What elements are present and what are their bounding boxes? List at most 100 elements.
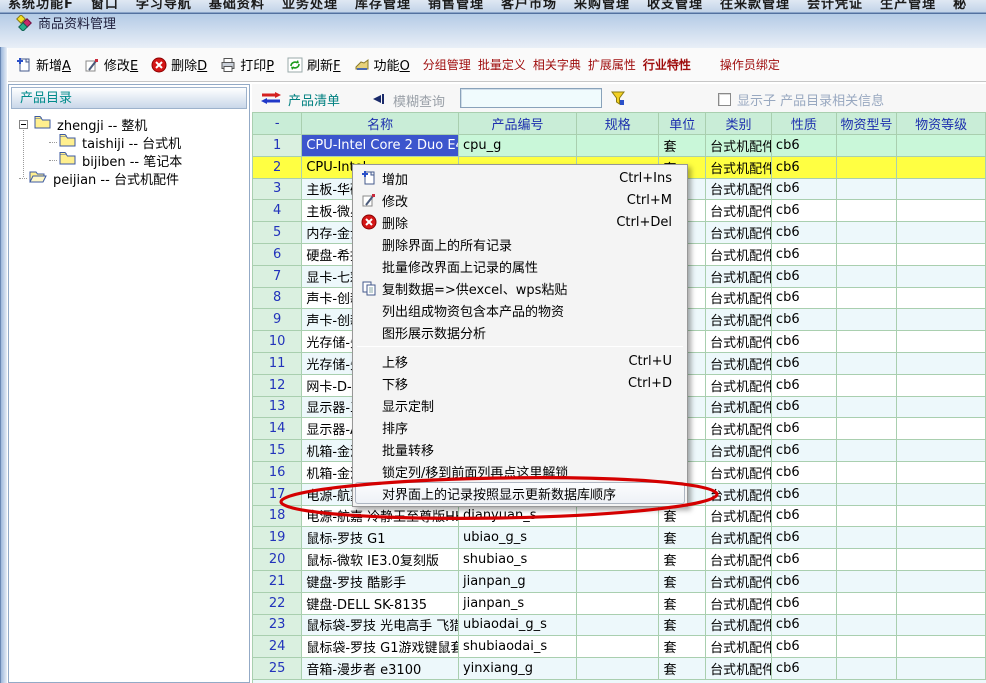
show-sub-catalog-checkbox[interactable]: 显示子 产品目录相关信息 bbox=[718, 90, 884, 109]
cell-grade[interactable] bbox=[897, 222, 986, 244]
cell-code[interactable]: dianyuan_s bbox=[459, 506, 577, 528]
cell-model[interactable] bbox=[837, 527, 897, 549]
cell-category[interactable]: 台式机配件 bbox=[706, 135, 772, 157]
menu-item-copy-data[interactable]: 复制数据=>供excel、wps粘贴 bbox=[355, 277, 685, 299]
menu-item-move-down[interactable]: 下移Ctrl+D bbox=[355, 372, 685, 394]
cell-num[interactable]: 24 bbox=[253, 636, 302, 658]
cell-name[interactable]: 鼠标-微软 IE3.0复刻版 bbox=[302, 549, 459, 571]
cell-unit[interactable]: 套 bbox=[659, 506, 706, 528]
cell-grade[interactable] bbox=[897, 549, 986, 571]
column-header-grade[interactable]: 物资等级 bbox=[897, 113, 986, 135]
cell-category[interactable]: 台式机配件 bbox=[706, 527, 772, 549]
cell-grade[interactable] bbox=[897, 593, 986, 615]
cell-unit[interactable]: 套 bbox=[659, 549, 706, 571]
tab-product-list[interactable]: 产品清单 bbox=[288, 90, 340, 109]
cell-category[interactable]: 台式机配件 bbox=[706, 571, 772, 593]
cell-num[interactable]: 19 bbox=[253, 527, 302, 549]
cell-nature[interactable]: cb6 bbox=[772, 288, 837, 310]
cell-nature[interactable]: cb6 bbox=[772, 506, 837, 528]
cell-nature[interactable]: cb6 bbox=[772, 593, 837, 615]
cell-grade[interactable] bbox=[897, 636, 986, 658]
cell-model[interactable] bbox=[837, 244, 897, 266]
cell-spec[interactable] bbox=[577, 636, 659, 658]
cell-grade[interactable] bbox=[897, 200, 986, 222]
menubar-item-13[interactable]: 秘 bbox=[953, 0, 967, 12]
table-row[interactable]: 24鼠标袋-罗技 G1游戏键鼠套装shubiaodai_s套台式机配件cb6 bbox=[253, 636, 986, 658]
cell-model[interactable] bbox=[837, 506, 897, 528]
column-header-category[interactable]: 类别 bbox=[706, 113, 772, 135]
modify-button[interactable]: 修改E bbox=[84, 55, 138, 74]
cell-model[interactable] bbox=[837, 222, 897, 244]
cell-grade[interactable] bbox=[897, 353, 986, 375]
cell-spec[interactable] bbox=[577, 549, 659, 571]
cell-nature[interactable]: cb6 bbox=[772, 615, 837, 637]
cell-model[interactable] bbox=[837, 397, 897, 419]
menu-item-graph-data-analysis[interactable]: 图形展示数据分析 bbox=[355, 321, 685, 343]
cell-spec[interactable] bbox=[577, 658, 659, 680]
cell-num[interactable]: 10 bbox=[253, 331, 302, 353]
cell-num[interactable]: 9 bbox=[253, 309, 302, 331]
cell-nature[interactable]: cb6 bbox=[772, 200, 837, 222]
cell-category[interactable]: 台式机配件 bbox=[706, 331, 772, 353]
table-row[interactable]: 1CPU-Intel Core 2 Duo E43cpu_g套台式机配件cb6 bbox=[253, 135, 986, 157]
table-row[interactable]: 21键盘-罗技 酷影手jianpan_g套台式机配件cb6 bbox=[253, 571, 986, 593]
menu-item-batch-modify-attrs[interactable]: 批量修改界面上记录的属性 bbox=[355, 255, 685, 277]
cell-grade[interactable] bbox=[897, 244, 986, 266]
cell-grade[interactable] bbox=[897, 418, 986, 440]
menubar-item-2[interactable]: 学习导航 bbox=[136, 0, 192, 12]
menu-item-lock-column[interactable]: 锁定列/移到前面列再点这里解锁 bbox=[355, 460, 685, 482]
cell-model[interactable] bbox=[837, 549, 897, 571]
cell-nature[interactable]: cb6 bbox=[772, 418, 837, 440]
cell-num[interactable]: 6 bbox=[253, 244, 302, 266]
cell-nature[interactable]: cb6 bbox=[772, 462, 837, 484]
checkbox-box[interactable] bbox=[718, 93, 731, 106]
toolbar-command-operator-bind[interactable]: 操作员绑定 bbox=[720, 56, 780, 73]
cell-nature[interactable]: cb6 bbox=[772, 484, 837, 506]
cell-nature[interactable]: cb6 bbox=[772, 244, 837, 266]
cell-category[interactable]: 台式机配件 bbox=[706, 309, 772, 331]
cell-name[interactable]: CPU-Intel Core 2 Duo E43 bbox=[302, 135, 459, 157]
table-row[interactable]: 20鼠标-微软 IE3.0复刻版shubiao_s套台式机配件cb6 bbox=[253, 549, 986, 571]
filter-funnel-icon[interactable] bbox=[610, 90, 626, 109]
cell-grade[interactable] bbox=[897, 135, 986, 157]
cell-name[interactable]: 音箱-漫步者 e3100 bbox=[302, 658, 459, 680]
cell-name[interactable]: 键盘-DELL SK-8135 bbox=[302, 593, 459, 615]
cell-name[interactable]: 鼠标袋-罗技 光电高手 飞猎套 bbox=[302, 615, 459, 637]
cell-nature[interactable]: cb6 bbox=[772, 222, 837, 244]
cell-spec[interactable] bbox=[577, 593, 659, 615]
cell-num[interactable]: 16 bbox=[253, 462, 302, 484]
menu-item-add[interactable]: 增加Ctrl+Ins bbox=[355, 167, 685, 189]
cell-num[interactable]: 15 bbox=[253, 440, 302, 462]
cell-category[interactable]: 台式机配件 bbox=[706, 288, 772, 310]
cell-code[interactable]: ubiaodai_g_s bbox=[459, 615, 577, 637]
cell-model[interactable] bbox=[837, 593, 897, 615]
cell-unit[interactable]: 套 bbox=[659, 527, 706, 549]
tree-item-zhengji[interactable]: zhengji -- 整机 bbox=[9, 115, 249, 133]
cell-nature[interactable]: cb6 bbox=[772, 527, 837, 549]
cell-category[interactable]: 台式机配件 bbox=[706, 397, 772, 419]
cell-model[interactable] bbox=[837, 331, 897, 353]
cell-grade[interactable] bbox=[897, 615, 986, 637]
column-header-name[interactable]: 名称 bbox=[302, 113, 459, 135]
cell-grade[interactable] bbox=[897, 288, 986, 310]
tree-item-taishiji[interactable]: taishiji -- 台式机 bbox=[9, 133, 249, 151]
cell-grade[interactable] bbox=[897, 527, 986, 549]
cell-unit[interactable]: 套 bbox=[659, 593, 706, 615]
cell-model[interactable] bbox=[837, 418, 897, 440]
cell-nature[interactable]: cb6 bbox=[772, 157, 837, 179]
cell-model[interactable] bbox=[837, 484, 897, 506]
cell-grade[interactable] bbox=[897, 266, 986, 288]
cell-num[interactable]: 20 bbox=[253, 549, 302, 571]
cell-model[interactable] bbox=[837, 266, 897, 288]
menubar-item-5[interactable]: 库存管理 bbox=[355, 0, 411, 12]
cell-nature[interactable]: cb6 bbox=[772, 331, 837, 353]
cell-category[interactable]: 台式机配件 bbox=[706, 484, 772, 506]
cell-num[interactable]: 13 bbox=[253, 397, 302, 419]
cell-nature[interactable]: cb6 bbox=[772, 549, 837, 571]
column-header-code[interactable]: 产品编号 bbox=[459, 113, 577, 135]
cell-nature[interactable]: cb6 bbox=[772, 375, 837, 397]
cell-code[interactable]: shubiao_s bbox=[459, 549, 577, 571]
menubar-item-4[interactable]: 业务处理 bbox=[282, 0, 338, 12]
cell-model[interactable] bbox=[837, 200, 897, 222]
menubar-item-3[interactable]: 基础资料 bbox=[209, 0, 265, 12]
